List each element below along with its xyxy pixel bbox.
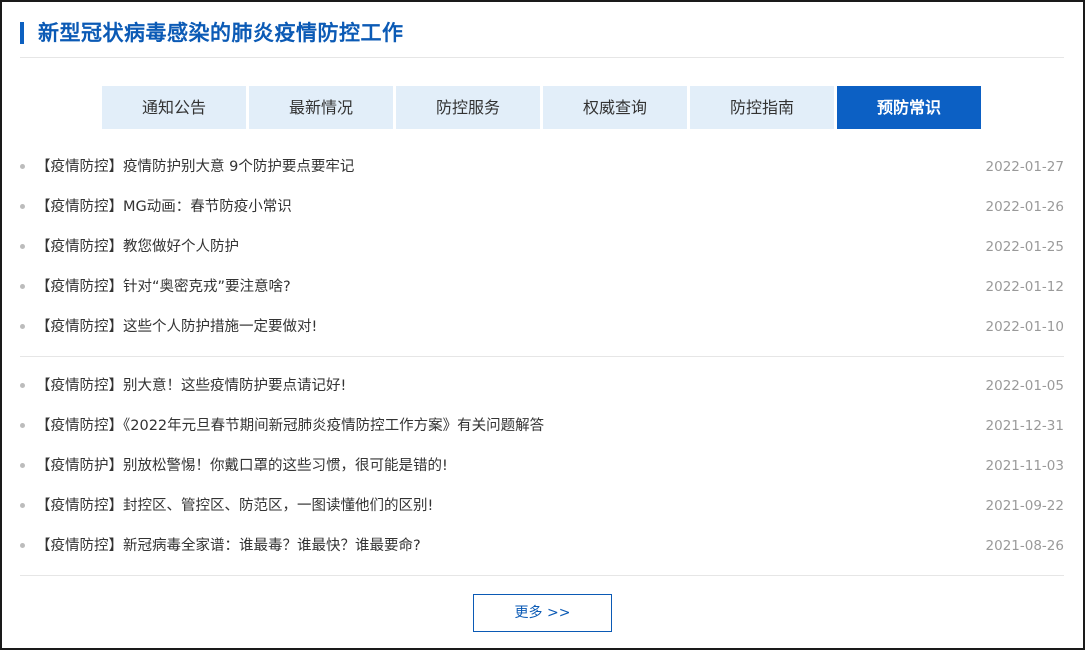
list-item: 【疫情防控】这些个人防护措施一定要做对! 2022-01-10 bbox=[20, 307, 1064, 347]
news-title-link[interactable]: 【疫情防控】《2022年元旦春节期间新冠肺炎疫情防控工作方案》有关问题解答 bbox=[36, 406, 544, 446]
title-accent-bar bbox=[20, 22, 24, 44]
list-divider bbox=[20, 575, 1064, 576]
tab-guide[interactable]: 防控指南 bbox=[690, 86, 834, 129]
page-title: 新型冠状病毒感染的肺炎疫情防控工作 bbox=[38, 21, 404, 45]
tab-authority-query[interactable]: 权威查询 bbox=[543, 86, 687, 129]
news-date: 2022-01-10 bbox=[985, 319, 1064, 335]
bullet-icon bbox=[20, 423, 25, 428]
list-item: 【疫情防控】《2022年元旦春节期间新冠肺炎疫情防控工作方案》有关问题解答 20… bbox=[20, 406, 1064, 446]
list-item: 【疫情防控】别大意！这些疫情防护要点请记好! 2022-01-05 bbox=[20, 366, 1064, 406]
list-item: 【疫情防护】别放松警惕！你戴口罩的这些习惯，很可能是错的! 2021-11-03 bbox=[20, 446, 1064, 486]
list-item: 【疫情防控】疫情防护别大意 9个防护要点要牢记 2022-01-27 bbox=[20, 147, 1064, 187]
tab-prevention-knowledge[interactable]: 预防常识 bbox=[837, 86, 981, 129]
more-button[interactable]: 更多 >> bbox=[473, 594, 612, 632]
list-item: 【疫情防控】针对“奥密克戎”要注意啥? 2022-01-12 bbox=[20, 267, 1064, 307]
news-title-link[interactable]: 【疫情防控】这些个人防护措施一定要做对! bbox=[36, 307, 317, 347]
bullet-icon bbox=[20, 284, 25, 289]
news-panel: 新型冠状病毒感染的肺炎疫情防控工作 通知公告 最新情况 防控服务 权威查询 防控… bbox=[0, 0, 1085, 650]
news-date: 2021-08-26 bbox=[985, 538, 1064, 554]
panel-header: 新型冠状病毒感染的肺炎疫情防控工作 bbox=[20, 16, 1064, 58]
news-date: 2021-11-03 bbox=[985, 458, 1064, 474]
news-title-link[interactable]: 【疫情防控】封控区、管控区、防范区，一图读懂他们的区别! bbox=[36, 486, 433, 526]
news-title-link[interactable]: 【疫情防控】新冠病毒全家谱：谁最毒？谁最快？谁最要命? bbox=[36, 526, 421, 566]
list-item: 【疫情防控】教您做好个人防护 2022-01-25 bbox=[20, 227, 1064, 267]
bullet-icon bbox=[20, 383, 25, 388]
news-date: 2022-01-12 bbox=[985, 279, 1064, 295]
list-item: 【疫情防控】新冠病毒全家谱：谁最毒？谁最快？谁最要命? 2021-08-26 bbox=[20, 526, 1064, 566]
news-date: 2022-01-25 bbox=[985, 239, 1064, 255]
news-title-link[interactable]: 【疫情防护】别放松警惕！你戴口罩的这些习惯，很可能是错的! bbox=[36, 446, 448, 486]
news-title-link[interactable]: 【疫情防控】针对“奥密克戎”要注意啥? bbox=[36, 267, 291, 307]
news-date: 2022-01-27 bbox=[985, 159, 1064, 175]
bullet-icon bbox=[20, 164, 25, 169]
tab-latest[interactable]: 最新情况 bbox=[249, 86, 393, 129]
tab-services[interactable]: 防控服务 bbox=[396, 86, 540, 129]
tab-notices[interactable]: 通知公告 bbox=[102, 86, 246, 129]
news-title-link[interactable]: 【疫情防控】MG动画：春节防疫小常识 bbox=[36, 187, 292, 227]
news-title-link[interactable]: 【疫情防控】教您做好个人防护 bbox=[36, 227, 239, 267]
bullet-icon bbox=[20, 244, 25, 249]
news-list-group-1: 【疫情防控】疫情防护别大意 9个防护要点要牢记 2022-01-27 【疫情防控… bbox=[20, 147, 1064, 347]
bullet-icon bbox=[20, 204, 25, 209]
bullet-icon bbox=[20, 503, 25, 508]
bullet-icon bbox=[20, 463, 25, 468]
bullet-icon bbox=[20, 543, 25, 548]
list-divider bbox=[20, 356, 1064, 357]
bullet-icon bbox=[20, 324, 25, 329]
news-title-link[interactable]: 【疫情防控】疫情防护别大意 9个防护要点要牢记 bbox=[36, 147, 354, 187]
list-item: 【疫情防控】封控区、管控区、防范区，一图读懂他们的区别! 2021-09-22 bbox=[20, 486, 1064, 526]
tab-bar: 通知公告 最新情况 防控服务 权威查询 防控指南 预防常识 bbox=[102, 86, 981, 129]
news-date: 2022-01-26 bbox=[985, 199, 1064, 215]
news-date: 2021-12-31 bbox=[985, 418, 1064, 434]
news-title-link[interactable]: 【疫情防控】别大意！这些疫情防护要点请记好! bbox=[36, 366, 346, 406]
news-list-group-2: 【疫情防控】别大意！这些疫情防护要点请记好! 2022-01-05 【疫情防控】… bbox=[20, 366, 1064, 566]
news-date: 2021-09-22 bbox=[985, 498, 1064, 514]
list-item: 【疫情防控】MG动画：春节防疫小常识 2022-01-26 bbox=[20, 187, 1064, 227]
news-date: 2022-01-05 bbox=[985, 378, 1064, 394]
